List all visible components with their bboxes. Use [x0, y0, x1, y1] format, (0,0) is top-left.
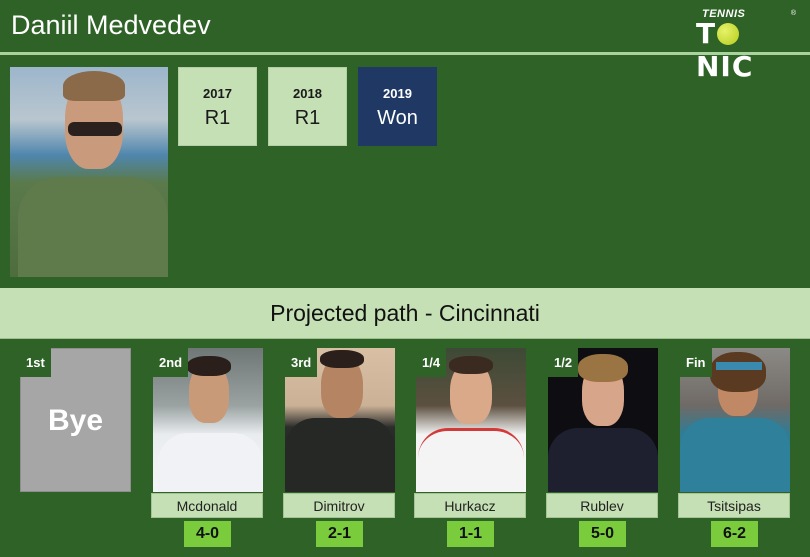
headband — [716, 362, 762, 370]
photo-hair — [187, 356, 231, 376]
photo-body — [680, 418, 790, 492]
round-card-3rd[interactable]: 3rd Dimitrov 2-1 — [283, 348, 395, 548]
round-card-final[interactable]: Fin Tsitsipas 6-2 — [678, 348, 790, 548]
photo-hair — [63, 71, 125, 101]
opponent-name: Hurkacz — [414, 493, 526, 518]
photo-sunglasses — [68, 122, 122, 136]
photo-hair — [320, 350, 364, 368]
tennis-ball-icon — [717, 23, 740, 45]
photo-body — [548, 428, 658, 492]
history-box-2017: 2017 R1 — [178, 67, 257, 146]
round-label: 2nd — [153, 348, 189, 377]
round-card-2nd[interactable]: 2nd Mcdonald 4-0 — [151, 348, 263, 548]
round-card-semifinal[interactable]: 1/2 Rublev 5-0 — [546, 348, 658, 548]
h2h-score: 6-2 — [711, 521, 758, 547]
history-result: Won — [377, 107, 418, 129]
player-photo — [10, 67, 168, 277]
photo-shirt — [18, 177, 168, 277]
history-year: 2018 — [293, 86, 322, 101]
round-label: 1st — [20, 348, 51, 377]
photo-hair — [449, 356, 493, 374]
registered-mark: ® — [790, 10, 796, 17]
history-box-2019: 2019 Won — [358, 67, 437, 146]
opponent-name: Dimitrov — [283, 493, 395, 518]
h2h-score: 4-0 — [184, 521, 231, 547]
logo-letters-nic: NIC — [696, 50, 754, 83]
history-year: 2017 — [203, 86, 232, 101]
h2h-score: 5-0 — [579, 521, 626, 547]
logo-wordmark: TNIC — [696, 17, 796, 83]
photo-hair — [578, 354, 628, 382]
projected-path-banner: Projected path - Cincinnati — [0, 288, 810, 339]
opponent-name: Rublev — [546, 493, 658, 518]
bye-label: Bye — [47, 404, 104, 437]
history-box-2018: 2018 R1 — [268, 67, 347, 146]
photo-body — [285, 418, 395, 492]
opponent-name: Tsitsipas — [678, 493, 790, 518]
round-label: Fin — [680, 348, 712, 377]
tennis-tonic-logo[interactable]: TENNIS TNIC ® — [696, 8, 796, 83]
opponent-name: Mcdonald — [151, 493, 263, 518]
h2h-score: 2-1 — [316, 521, 363, 547]
round-card-1st: Bye 1st — [20, 348, 131, 548]
photo-hair — [710, 352, 766, 392]
logo-letter-t: T — [696, 17, 717, 50]
player-name: Daniil Medvedev — [11, 10, 211, 40]
projected-path-title: Projected path - Cincinnati — [270, 300, 540, 326]
round-label: 1/2 — [548, 348, 579, 377]
history-result: R1 — [294, 107, 321, 129]
round-label: 1/4 — [416, 348, 447, 377]
photo-body — [418, 428, 524, 492]
history-result: R1 — [204, 107, 231, 129]
history-year: 2019 — [383, 86, 412, 101]
round-label: 3rd — [285, 348, 318, 377]
h2h-score: 1-1 — [447, 521, 494, 547]
header-bar: Daniil Medvedev TENNIS TNIC ® — [0, 0, 810, 83]
round-card-quarterfinal[interactable]: 1/4 Hurkacz 1-1 — [414, 348, 526, 548]
photo-body — [158, 433, 263, 492]
